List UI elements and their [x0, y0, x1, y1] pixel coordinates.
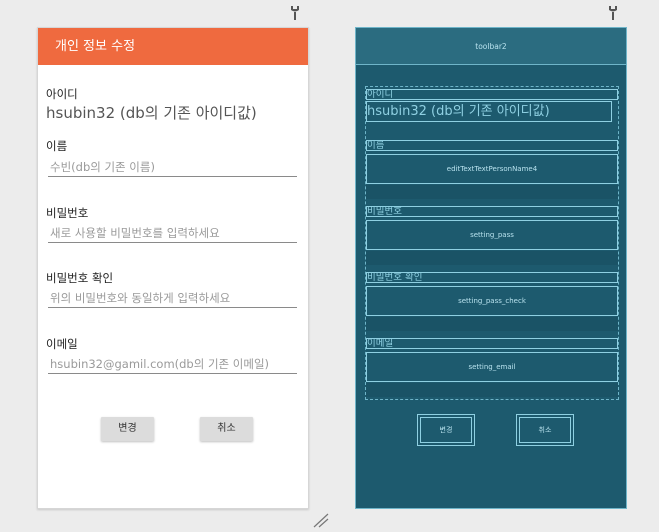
bp-toolbar[interactable]: toolbar2: [356, 28, 626, 65]
blueprint-wrench-icon[interactable]: [606, 5, 620, 21]
bp-email-label[interactable]: 이메일: [366, 338, 618, 349]
name-label: 이름: [46, 139, 68, 153]
toolbar-title: 개인 정보 수정: [38, 28, 308, 65]
change-button[interactable]: 변경: [101, 417, 154, 441]
bp-change-button[interactable]: 변경: [417, 414, 475, 446]
password-confirm-input[interactable]: 위의 비밀번호와 동일하게 입력하세요: [48, 289, 297, 308]
bp-password-confirm-label[interactable]: 비밀번호 확인: [366, 272, 618, 283]
email-label: 이메일: [46, 337, 78, 351]
id-label: 아이디: [46, 87, 78, 101]
bp-cancel-button[interactable]: 취소: [516, 414, 574, 446]
password-confirm-label: 비밀번호 확인: [46, 271, 114, 285]
bp-email-field[interactable]: setting_email: [366, 352, 618, 382]
bp-password-confirm-field[interactable]: setting_pass_check: [366, 286, 618, 316]
bp-password-field[interactable]: setting_pass: [366, 220, 618, 250]
bp-id-label[interactable]: 아이디: [366, 89, 618, 100]
bp-password-label[interactable]: 비밀번호: [366, 206, 618, 217]
bp-spacer: [366, 185, 618, 199]
design-preview: 개인 정보 수정 아이디 hsubin32 (db의 기존 아이디값) 이름 수…: [37, 27, 309, 509]
design-wrench-icon[interactable]: [288, 5, 302, 21]
bp-id-value[interactable]: hsubin32 (db의 기존 아이디값): [366, 101, 612, 122]
bp-name-label[interactable]: 이름: [366, 140, 618, 151]
bp-name-field[interactable]: editTextTextPersonName4: [366, 154, 618, 184]
resize-handle-icon[interactable]: [312, 512, 330, 532]
cancel-button[interactable]: 취소: [200, 417, 253, 441]
name-input[interactable]: 수빈(db의 기존 이름): [48, 158, 297, 177]
id-value: hsubin32 (db의 기존 아이디값): [46, 104, 257, 122]
bp-spacer: [366, 317, 618, 331]
blueprint-preview: toolbar2 아이디 hsubin32 (db의 기존 아이디값) 이름 e…: [355, 27, 627, 509]
bp-spacer: [366, 251, 618, 265]
bp-spacer: [366, 383, 618, 397]
password-label: 비밀번호: [46, 206, 89, 220]
email-input[interactable]: hsubin32@gamil.com(db의 기존 이메일): [48, 355, 297, 374]
password-input[interactable]: 새로 사용할 비밀번호를 입력하세요: [48, 224, 297, 243]
